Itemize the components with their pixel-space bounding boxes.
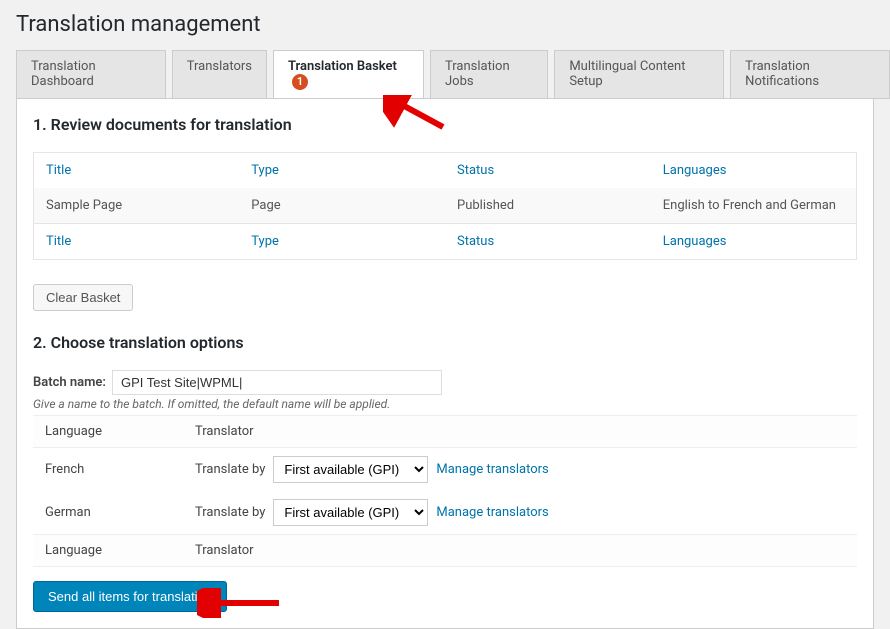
opts-col-language-footer: Language [33,535,183,567]
translate-by-label: Translate by [195,462,265,477]
lang-row-french: French Translate by First available (GPI… [33,448,857,492]
send-all-items-button[interactable]: Send all items for translation [33,581,227,612]
cell-type: Page [239,188,445,224]
manage-translators-link[interactable]: Manage translators [436,505,548,520]
tab-translators[interactable]: Translators [172,50,267,99]
translate-by-label: Translate by [195,505,265,520]
section1-title: 1. Review documents for translation [33,115,857,134]
tab-multilingual-content-setup[interactable]: Multilingual Content Setup [554,50,724,99]
col-languages-footer[interactable]: Languages [651,224,857,260]
documents-table: Title Type Status Languages Sample Page … [33,152,857,260]
lang-name: German [33,491,183,535]
tab-label: Translation Basket [288,59,397,74]
cell-languages: English to French and German [651,188,857,224]
cell-title: Sample Page [34,188,240,224]
table-row: Sample Page Page Published English to Fr… [34,188,857,224]
tabs: Translation Dashboard Translators Transl… [0,49,890,98]
col-status-footer[interactable]: Status [445,224,651,260]
tab-translation-notifications[interactable]: Translation Notifications [730,50,890,99]
col-title-header[interactable]: Title [34,153,240,189]
col-type-header[interactable]: Type [239,153,445,189]
cell-status: Published [445,188,651,224]
basket-count-badge: 1 [292,74,308,90]
batch-name-hint: Give a name to the batch. If omitted, th… [33,397,857,411]
col-status-header[interactable]: Status [445,153,651,189]
col-title-footer[interactable]: Title [34,224,240,260]
opts-col-translator: Translator [183,416,857,448]
tab-translation-basket[interactable]: Translation Basket 1 [273,50,424,99]
tab-translation-jobs[interactable]: Translation Jobs [430,50,548,99]
batch-name-label: Batch name: [33,375,106,390]
manage-translators-link[interactable]: Manage translators [436,462,548,477]
col-languages-header[interactable]: Languages [651,153,857,189]
page-title: Translation management [0,0,890,49]
translation-options-table: Language Translator French Translate by … [33,415,857,567]
tab-translation-dashboard[interactable]: Translation Dashboard [16,50,166,99]
content-panel: 1. Review documents for translation Titl… [16,98,874,629]
translator-select-french[interactable]: First available (GPI) [273,456,428,483]
batch-name-input[interactable] [112,370,442,395]
opts-col-language: Language [33,416,183,448]
translator-select-german[interactable]: First available (GPI) [273,499,428,526]
clear-basket-button[interactable]: Clear Basket [33,284,133,311]
lang-name: French [33,448,183,492]
section2-title: 2. Choose translation options [33,333,857,352]
lang-row-german: German Translate by First available (GPI… [33,491,857,535]
opts-col-translator-footer: Translator [183,535,857,567]
col-type-footer[interactable]: Type [239,224,445,260]
